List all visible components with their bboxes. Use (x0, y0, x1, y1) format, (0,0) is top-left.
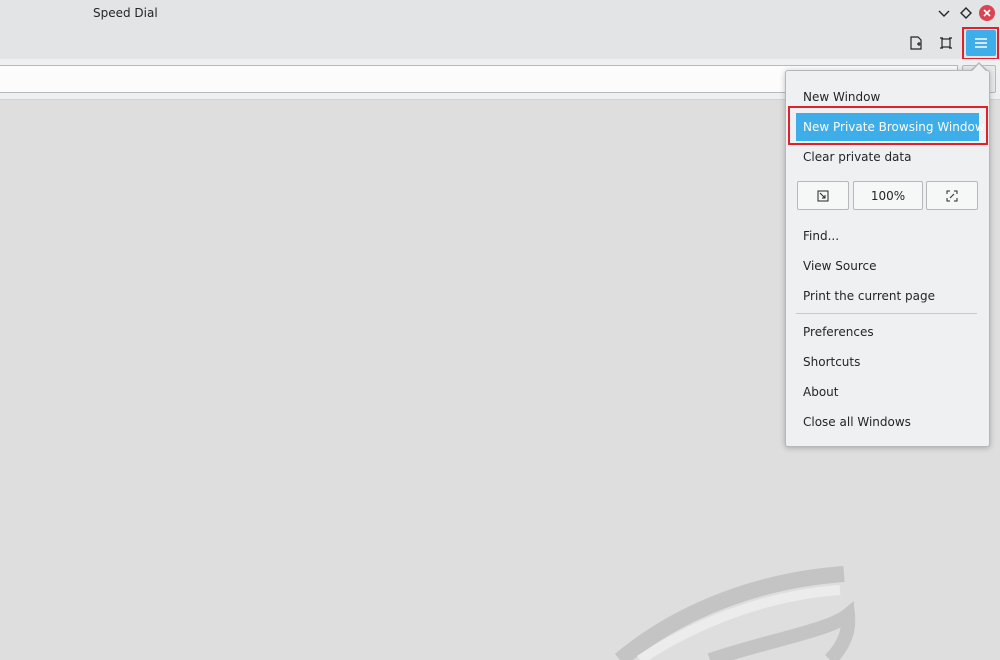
zoom-out-icon (817, 190, 829, 201)
chevron-down-icon[interactable] (936, 5, 952, 21)
fullscreen-icon[interactable] (934, 31, 958, 55)
diamond-icon[interactable] (958, 5, 974, 21)
menu-item-close-all-windows[interactable]: Close all Windows (796, 408, 979, 436)
menu-item-preferences[interactable]: Preferences (796, 318, 979, 346)
menu-item-clear-private-data[interactable]: Clear private data (796, 143, 979, 171)
window-title: Speed Dial (93, 6, 158, 20)
menu-arrow-fill (971, 64, 987, 72)
zoom-in-button[interactable] (926, 181, 978, 210)
menu-item-find[interactable]: Find... (796, 222, 979, 250)
bookmark-page-icon[interactable] (904, 31, 928, 55)
title-bar: Speed Dial (0, 0, 1000, 27)
close-icon[interactable] (979, 5, 995, 21)
zoom-in-icon (946, 190, 958, 201)
zoom-out-button[interactable] (797, 181, 849, 210)
menu-item-print[interactable]: Print the current page (796, 282, 979, 310)
menu-button-highlight (962, 27, 999, 60)
menu-item-shortcuts[interactable]: Shortcuts (796, 348, 979, 376)
toolbar (0, 27, 1000, 59)
private-window-highlight (788, 106, 988, 145)
menu-item-about[interactable]: About (796, 378, 979, 406)
browser-logo-watermark (614, 566, 856, 660)
menu-separator (796, 313, 977, 314)
menu-item-view-source[interactable]: View Source (796, 252, 979, 280)
zoom-reset-button[interactable]: 100% (853, 181, 923, 210)
